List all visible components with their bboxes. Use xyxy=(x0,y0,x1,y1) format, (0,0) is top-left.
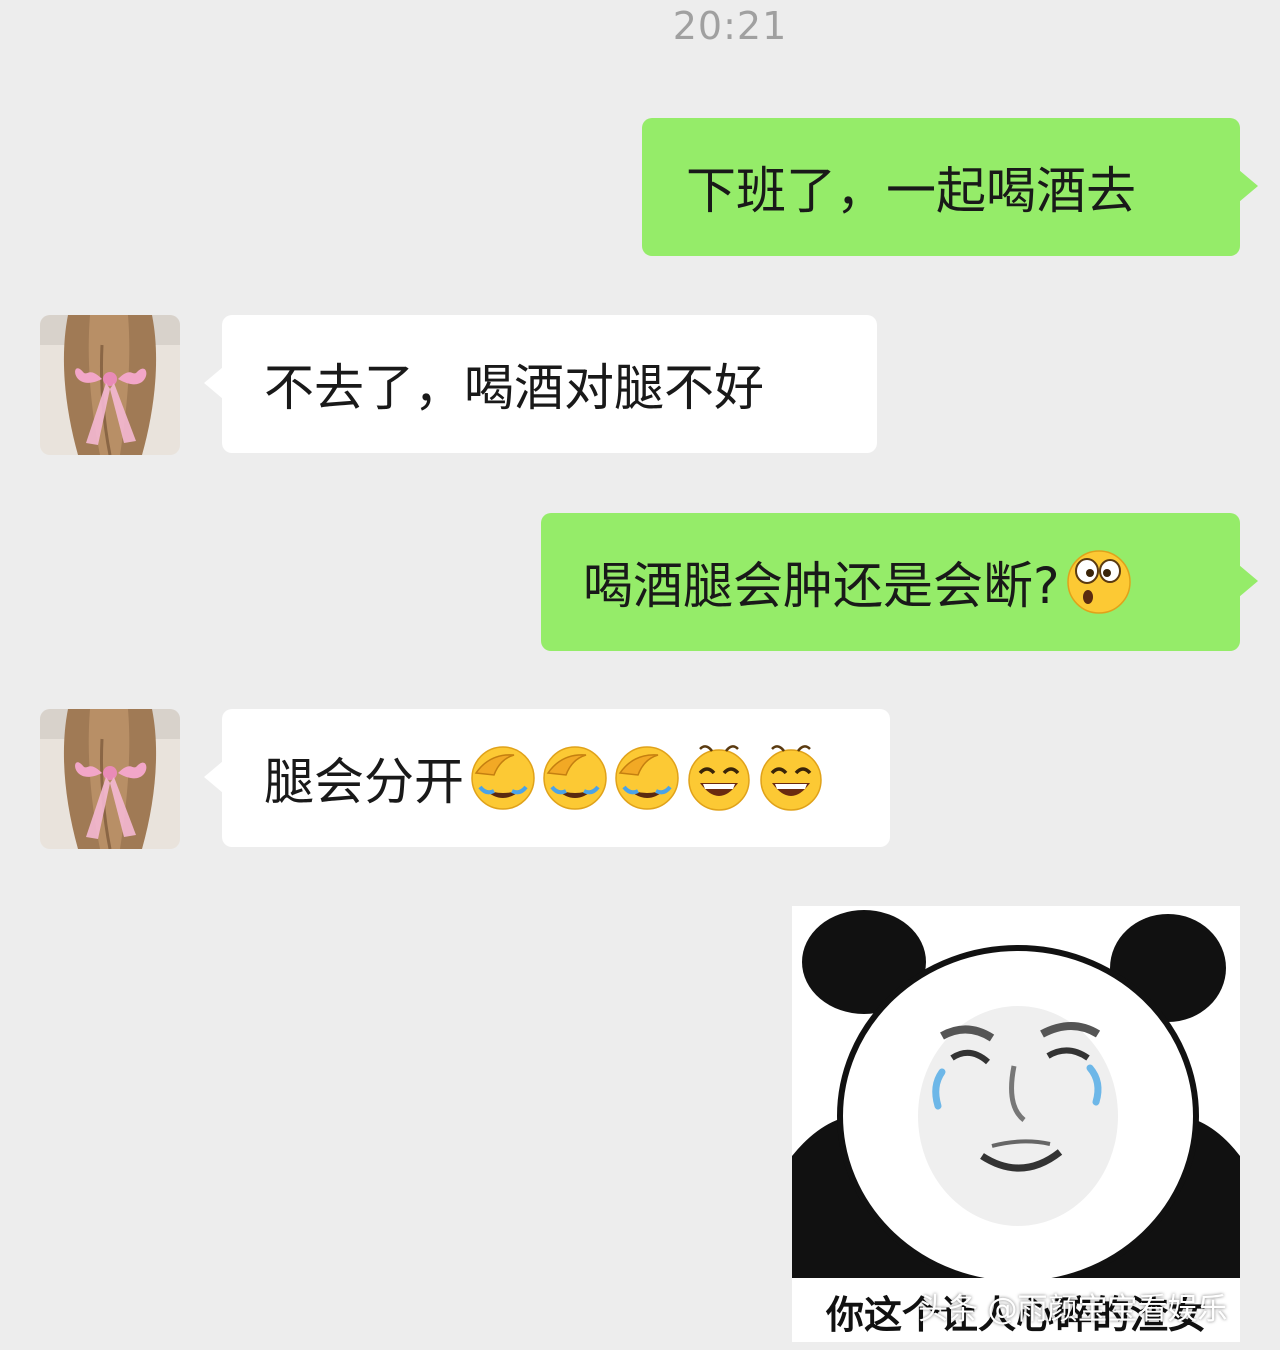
contact-avatar[interactable] xyxy=(40,315,180,455)
message-text: 喝酒腿会肿还是会断? xyxy=(583,557,1060,615)
grin-emoji-icon xyxy=(686,745,752,811)
incoming-message-bubble[interactable]: 不去了，喝酒对腿不好 xyxy=(204,315,877,453)
message-text: 腿会分开 xyxy=(264,753,464,811)
incoming-message-bubble[interactable]: 腿会分开 xyxy=(204,709,890,847)
grin-emoji-icon xyxy=(758,745,824,811)
contact-avatar[interactable] xyxy=(40,709,180,849)
surprised-emoji-icon xyxy=(1066,549,1132,615)
message-text: 下班了，一起喝酒去 xyxy=(686,162,1136,220)
message-text: 不去了，喝酒对腿不好 xyxy=(264,359,764,417)
facepalm-laugh-emoji-icon xyxy=(614,745,680,811)
crying-panda-sticker[interactable]: 你这个让人心碎的渣女 xyxy=(792,906,1240,1342)
outgoing-message-bubble[interactable]: 下班了，一起喝酒去 xyxy=(642,118,1258,256)
crying-panda-meme-icon xyxy=(792,906,1240,1278)
facepalm-laugh-emoji-icon xyxy=(470,745,536,811)
watermark: 头条 @雨颜宝宝看娱乐 xyxy=(918,1292,1228,1327)
chat-timestamp: 20:21 xyxy=(672,4,788,48)
outgoing-message-bubble[interactable]: 喝酒腿会肿还是会断? xyxy=(541,513,1258,651)
facepalm-laugh-emoji-icon xyxy=(542,745,608,811)
